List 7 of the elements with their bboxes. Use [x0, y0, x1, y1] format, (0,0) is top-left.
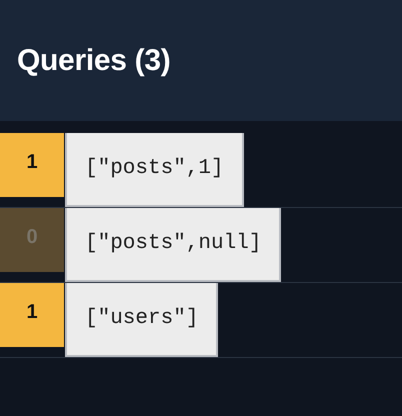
observer-count: 1 [0, 133, 64, 197]
query-key[interactable]: ["users"] [65, 283, 218, 357]
observer-count: 1 [0, 283, 64, 347]
query-key[interactable]: ["posts",null] [65, 208, 282, 282]
queries-title: Queries (3) [17, 44, 170, 78]
observer-count: 0 [0, 208, 64, 272]
query-key[interactable]: ["posts",1] [65, 133, 244, 207]
